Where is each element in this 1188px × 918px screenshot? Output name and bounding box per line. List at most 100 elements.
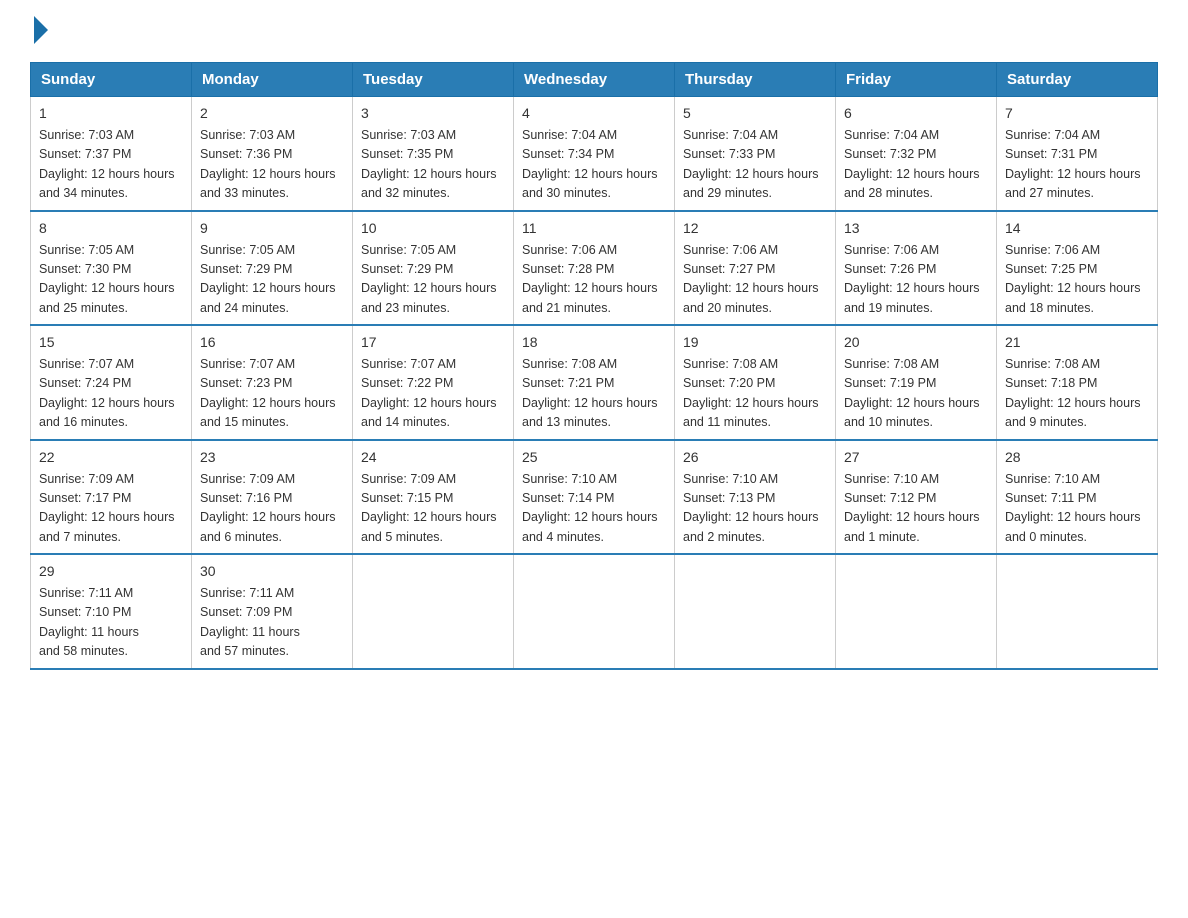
calendar-cell: 17Sunrise: 7:07 AMSunset: 7:22 PMDayligh… <box>353 325 514 440</box>
calendar-header: SundayMondayTuesdayWednesdayThursdayFrid… <box>31 63 1158 97</box>
calendar-cell: 3Sunrise: 7:03 AMSunset: 7:35 PMDaylight… <box>353 97 514 211</box>
day-number: 21 <box>1005 332 1149 353</box>
calendar-cell: 25Sunrise: 7:10 AMSunset: 7:14 PMDayligh… <box>514 440 675 555</box>
day-info: Sunrise: 7:03 AMSunset: 7:36 PMDaylight:… <box>200 126 344 204</box>
day-info: Sunrise: 7:06 AMSunset: 7:26 PMDaylight:… <box>844 241 988 319</box>
calendar-cell: 29Sunrise: 7:11 AMSunset: 7:10 PMDayligh… <box>31 554 192 669</box>
calendar-body: 1Sunrise: 7:03 AMSunset: 7:37 PMDaylight… <box>31 97 1158 669</box>
day-of-week-monday: Monday <box>192 63 353 97</box>
day-info: Sunrise: 7:04 AMSunset: 7:32 PMDaylight:… <box>844 126 988 204</box>
calendar-cell: 27Sunrise: 7:10 AMSunset: 7:12 PMDayligh… <box>836 440 997 555</box>
day-number: 14 <box>1005 218 1149 239</box>
day-info: Sunrise: 7:05 AMSunset: 7:29 PMDaylight:… <box>200 241 344 319</box>
day-of-week-tuesday: Tuesday <box>353 63 514 97</box>
calendar-cell: 13Sunrise: 7:06 AMSunset: 7:26 PMDayligh… <box>836 211 997 326</box>
day-info: Sunrise: 7:07 AMSunset: 7:22 PMDaylight:… <box>361 355 505 433</box>
day-info: Sunrise: 7:09 AMSunset: 7:16 PMDaylight:… <box>200 470 344 548</box>
logo-arrow-icon <box>34 16 48 44</box>
day-number: 4 <box>522 103 666 124</box>
week-row-3: 15Sunrise: 7:07 AMSunset: 7:24 PMDayligh… <box>31 325 1158 440</box>
week-row-4: 22Sunrise: 7:09 AMSunset: 7:17 PMDayligh… <box>31 440 1158 555</box>
week-row-5: 29Sunrise: 7:11 AMSunset: 7:10 PMDayligh… <box>31 554 1158 669</box>
day-of-week-wednesday: Wednesday <box>514 63 675 97</box>
day-info: Sunrise: 7:05 AMSunset: 7:30 PMDaylight:… <box>39 241 183 319</box>
day-info: Sunrise: 7:03 AMSunset: 7:37 PMDaylight:… <box>39 126 183 204</box>
day-number: 7 <box>1005 103 1149 124</box>
calendar-table: SundayMondayTuesdayWednesdayThursdayFrid… <box>30 62 1158 670</box>
calendar-cell: 19Sunrise: 7:08 AMSunset: 7:20 PMDayligh… <box>675 325 836 440</box>
day-info: Sunrise: 7:05 AMSunset: 7:29 PMDaylight:… <box>361 241 505 319</box>
calendar-cell: 12Sunrise: 7:06 AMSunset: 7:27 PMDayligh… <box>675 211 836 326</box>
calendar-cell: 6Sunrise: 7:04 AMSunset: 7:32 PMDaylight… <box>836 97 997 211</box>
day-number: 12 <box>683 218 827 239</box>
day-number: 25 <box>522 447 666 468</box>
day-info: Sunrise: 7:11 AMSunset: 7:09 PMDaylight:… <box>200 584 344 662</box>
calendar-cell: 21Sunrise: 7:08 AMSunset: 7:18 PMDayligh… <box>997 325 1158 440</box>
calendar-cell <box>353 554 514 669</box>
day-info: Sunrise: 7:07 AMSunset: 7:24 PMDaylight:… <box>39 355 183 433</box>
day-info: Sunrise: 7:04 AMSunset: 7:33 PMDaylight:… <box>683 126 827 204</box>
day-number: 13 <box>844 218 988 239</box>
logo <box>30 20 48 44</box>
day-number: 10 <box>361 218 505 239</box>
day-of-week-saturday: Saturday <box>997 63 1158 97</box>
week-row-2: 8Sunrise: 7:05 AMSunset: 7:30 PMDaylight… <box>31 211 1158 326</box>
day-number: 26 <box>683 447 827 468</box>
day-number: 11 <box>522 218 666 239</box>
day-info: Sunrise: 7:11 AMSunset: 7:10 PMDaylight:… <box>39 584 183 662</box>
day-info: Sunrise: 7:06 AMSunset: 7:25 PMDaylight:… <box>1005 241 1149 319</box>
calendar-cell <box>514 554 675 669</box>
day-number: 30 <box>200 561 344 582</box>
day-info: Sunrise: 7:10 AMSunset: 7:13 PMDaylight:… <box>683 470 827 548</box>
day-number: 16 <box>200 332 344 353</box>
day-info: Sunrise: 7:10 AMSunset: 7:12 PMDaylight:… <box>844 470 988 548</box>
calendar-cell: 15Sunrise: 7:07 AMSunset: 7:24 PMDayligh… <box>31 325 192 440</box>
day-number: 18 <box>522 332 666 353</box>
day-info: Sunrise: 7:07 AMSunset: 7:23 PMDaylight:… <box>200 355 344 433</box>
day-number: 2 <box>200 103 344 124</box>
calendar-cell: 7Sunrise: 7:04 AMSunset: 7:31 PMDaylight… <box>997 97 1158 211</box>
day-number: 24 <box>361 447 505 468</box>
day-info: Sunrise: 7:04 AMSunset: 7:34 PMDaylight:… <box>522 126 666 204</box>
day-number: 8 <box>39 218 183 239</box>
calendar-cell <box>675 554 836 669</box>
day-info: Sunrise: 7:08 AMSunset: 7:19 PMDaylight:… <box>844 355 988 433</box>
calendar-cell: 10Sunrise: 7:05 AMSunset: 7:29 PMDayligh… <box>353 211 514 326</box>
day-number: 17 <box>361 332 505 353</box>
calendar-cell: 1Sunrise: 7:03 AMSunset: 7:37 PMDaylight… <box>31 97 192 211</box>
day-number: 9 <box>200 218 344 239</box>
day-number: 19 <box>683 332 827 353</box>
day-of-week-friday: Friday <box>836 63 997 97</box>
calendar-cell: 5Sunrise: 7:04 AMSunset: 7:33 PMDaylight… <box>675 97 836 211</box>
calendar-cell: 14Sunrise: 7:06 AMSunset: 7:25 PMDayligh… <box>997 211 1158 326</box>
calendar-cell <box>836 554 997 669</box>
calendar-cell: 24Sunrise: 7:09 AMSunset: 7:15 PMDayligh… <box>353 440 514 555</box>
calendar-cell: 26Sunrise: 7:10 AMSunset: 7:13 PMDayligh… <box>675 440 836 555</box>
day-number: 23 <box>200 447 344 468</box>
day-info: Sunrise: 7:08 AMSunset: 7:20 PMDaylight:… <box>683 355 827 433</box>
day-info: Sunrise: 7:03 AMSunset: 7:35 PMDaylight:… <box>361 126 505 204</box>
day-info: Sunrise: 7:10 AMSunset: 7:14 PMDaylight:… <box>522 470 666 548</box>
calendar-cell: 22Sunrise: 7:09 AMSunset: 7:17 PMDayligh… <box>31 440 192 555</box>
day-info: Sunrise: 7:10 AMSunset: 7:11 PMDaylight:… <box>1005 470 1149 548</box>
day-number: 20 <box>844 332 988 353</box>
calendar-cell: 11Sunrise: 7:06 AMSunset: 7:28 PMDayligh… <box>514 211 675 326</box>
calendar-cell: 23Sunrise: 7:09 AMSunset: 7:16 PMDayligh… <box>192 440 353 555</box>
day-info: Sunrise: 7:06 AMSunset: 7:27 PMDaylight:… <box>683 241 827 319</box>
calendar-cell: 28Sunrise: 7:10 AMSunset: 7:11 PMDayligh… <box>997 440 1158 555</box>
day-info: Sunrise: 7:09 AMSunset: 7:15 PMDaylight:… <box>361 470 505 548</box>
header-row: SundayMondayTuesdayWednesdayThursdayFrid… <box>31 63 1158 97</box>
calendar-cell <box>997 554 1158 669</box>
day-number: 27 <box>844 447 988 468</box>
day-number: 1 <box>39 103 183 124</box>
day-info: Sunrise: 7:04 AMSunset: 7:31 PMDaylight:… <box>1005 126 1149 204</box>
calendar-cell: 9Sunrise: 7:05 AMSunset: 7:29 PMDaylight… <box>192 211 353 326</box>
week-row-1: 1Sunrise: 7:03 AMSunset: 7:37 PMDaylight… <box>31 97 1158 211</box>
day-number: 22 <box>39 447 183 468</box>
day-info: Sunrise: 7:08 AMSunset: 7:21 PMDaylight:… <box>522 355 666 433</box>
day-info: Sunrise: 7:09 AMSunset: 7:17 PMDaylight:… <box>39 470 183 548</box>
day-number: 6 <box>844 103 988 124</box>
calendar-cell: 20Sunrise: 7:08 AMSunset: 7:19 PMDayligh… <box>836 325 997 440</box>
calendar-cell: 16Sunrise: 7:07 AMSunset: 7:23 PMDayligh… <box>192 325 353 440</box>
day-number: 29 <box>39 561 183 582</box>
